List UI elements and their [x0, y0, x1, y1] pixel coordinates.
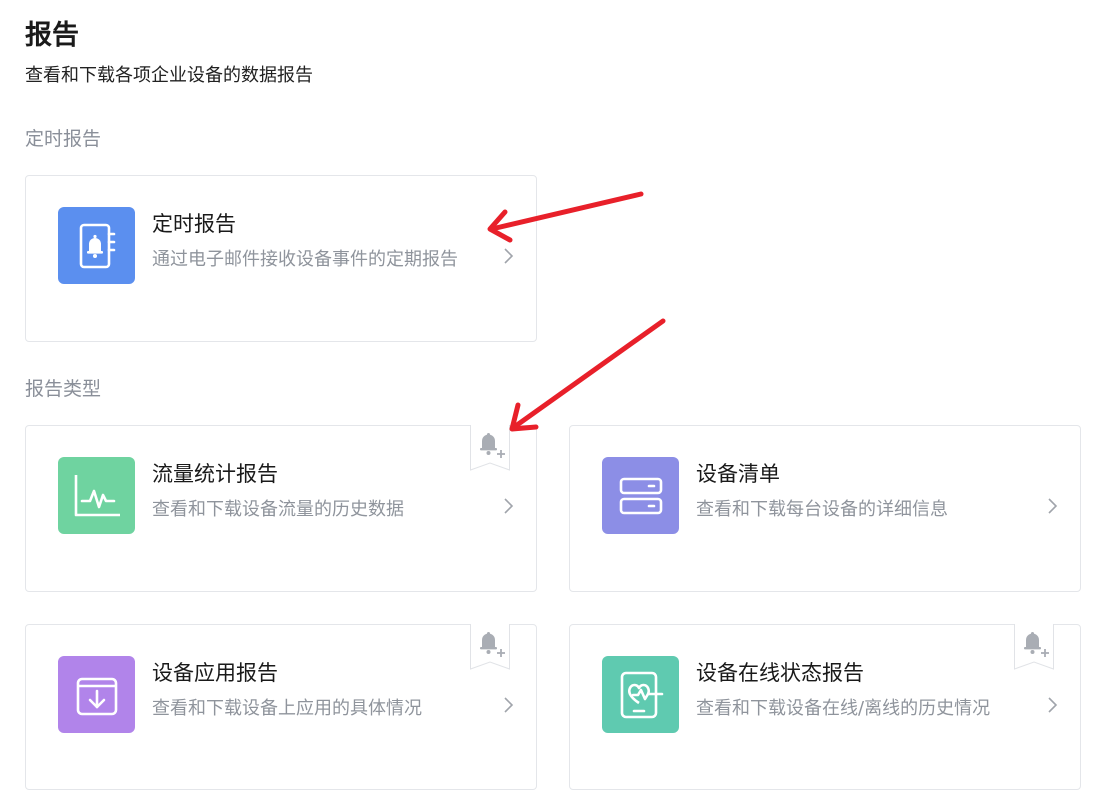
server-list-icon	[602, 457, 679, 534]
download-box-icon	[58, 656, 135, 733]
chevron-right-icon	[504, 697, 514, 713]
card-description: 查看和下载设备在线/离线的历史情况	[696, 698, 991, 719]
subscribe-bell-icon[interactable]	[470, 425, 510, 471]
card-description: 查看和下载每台设备的详细信息	[696, 499, 948, 520]
card-title: 设备在线状态报告	[696, 661, 864, 685]
chevron-right-icon	[1048, 697, 1058, 713]
section-title-types: 报告类型	[25, 378, 102, 400]
chevron-right-icon	[504, 248, 514, 264]
card-description: 查看和下载设备上应用的具体情况	[152, 698, 422, 719]
line-chart-icon	[58, 457, 135, 534]
card-title: 定时报告	[152, 212, 236, 236]
notebook-bell-icon	[58, 207, 135, 284]
card-description: 查看和下载设备流量的历史数据	[152, 499, 404, 520]
card-title: 流量统计报告	[152, 462, 278, 486]
reports-page: 报告 查看和下载各项企业设备的数据报告 定时报告 定时报告 通过电子邮件接收设备…	[0, 0, 1112, 794]
page-subtitle: 查看和下载各项企业设备的数据报告	[25, 65, 313, 86]
tablet-heartbeat-icon	[602, 656, 679, 733]
card-title: 设备应用报告	[152, 661, 278, 685]
card-description: 通过电子邮件接收设备事件的定期报告	[152, 249, 458, 270]
page-title: 报告	[25, 20, 79, 51]
subscribe-bell-icon[interactable]	[470, 624, 510, 670]
chevron-right-icon	[1048, 498, 1058, 514]
subscribe-bell-icon[interactable]	[1014, 624, 1054, 670]
section-title-scheduled: 定时报告	[25, 128, 102, 150]
card-device-inventory[interactable]: 设备清单 查看和下载每台设备的详细信息	[569, 425, 1081, 592]
card-device-apps-report[interactable]: 设备应用报告 查看和下载设备上应用的具体情况	[25, 624, 537, 790]
card-online-status-report[interactable]: 设备在线状态报告 查看和下载设备在线/离线的历史情况	[569, 624, 1081, 790]
chevron-right-icon	[504, 498, 514, 514]
card-title: 设备清单	[696, 462, 780, 486]
card-traffic-report[interactable]: 流量统计报告 查看和下载设备流量的历史数据	[25, 425, 537, 592]
card-scheduled-report[interactable]: 定时报告 通过电子邮件接收设备事件的定期报告	[25, 175, 537, 342]
